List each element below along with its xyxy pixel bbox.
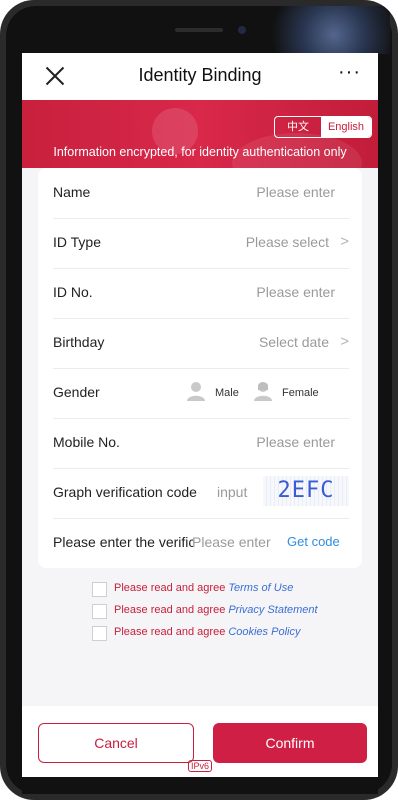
wallpaper-corner: [250, 6, 390, 54]
get-code-button[interactable]: Get code: [287, 534, 349, 549]
cancel-button[interactable]: Cancel: [38, 723, 194, 763]
agree-privacy-text: Please read and agree Privacy Statement: [114, 604, 318, 616]
agree-cookies-text: Please read and agree Cookies Policy: [114, 626, 300, 638]
identity-form: Name Please enter ID Type Please select …: [38, 168, 362, 568]
more-icon[interactable]: ···: [338, 61, 361, 84]
language-switch: 中文 English: [274, 116, 372, 138]
terms-of-use-link[interactable]: Terms of Use: [228, 582, 293, 594]
terms-checkbox[interactable]: [92, 582, 107, 597]
lang-chinese-button[interactable]: 中文: [275, 117, 321, 137]
captcha-row: Graph verification code input 2EFC: [53, 468, 349, 519]
agree-terms-text: Please read and agree Terms of Use: [114, 582, 293, 594]
birthday-label: Birthday: [53, 334, 105, 350]
cookies-policy-link[interactable]: Cookies Policy: [228, 626, 300, 638]
captcha-code: 2EFC: [277, 478, 335, 503]
agree-prefix: Please read and agree: [114, 626, 226, 638]
speaker-notch: [175, 28, 223, 32]
captcha-label: Graph verification code: [53, 484, 197, 500]
mobile-row[interactable]: Mobile No. Please enter: [53, 418, 349, 469]
agree-prefix: Please read and agree: [114, 582, 226, 594]
confirm-button[interactable]: Confirm: [213, 723, 367, 763]
id-no-row[interactable]: ID No. Please enter: [53, 268, 349, 319]
verification-input[interactable]: Please enter: [192, 534, 271, 550]
id-no-input[interactable]: Please enter: [256, 284, 335, 300]
encryption-notice: Information encrypted, for identity auth…: [53, 145, 347, 159]
mobile-input[interactable]: Please enter: [256, 434, 335, 450]
birthday-picker[interactable]: Select date: [259, 334, 329, 350]
id-type-row[interactable]: ID Type Please select >: [53, 218, 349, 269]
bottom-bezel: [22, 777, 378, 794]
id-no-label: ID No.: [53, 284, 93, 300]
privacy-statement-link[interactable]: Privacy Statement: [228, 604, 317, 616]
ipv6-badge: IPv6: [188, 760, 213, 772]
gender-label: Gender: [53, 384, 100, 400]
agree-prefix: Please read and agree: [114, 604, 226, 616]
chevron-right-icon: >: [340, 233, 349, 250]
gender-male-option[interactable]: Male: [215, 387, 239, 399]
phone-frame: Identity Binding ··· 中文 English Informat…: [0, 0, 398, 800]
captcha-input[interactable]: input: [217, 484, 247, 500]
female-avatar-icon[interactable]: [253, 380, 273, 402]
app-screen: Identity Binding ··· 中文 English Informat…: [22, 53, 378, 777]
birthday-row[interactable]: Birthday Select date >: [53, 318, 349, 369]
mobile-label: Mobile No.: [53, 434, 120, 450]
gender-row: Gender Male Female: [53, 368, 349, 419]
top-bar: Identity Binding ···: [22, 53, 378, 100]
verification-label: Please enter the verification code: [53, 534, 193, 550]
id-type-select[interactable]: Please select: [246, 234, 329, 250]
page-title: Identity Binding: [138, 65, 262, 85]
id-type-label: ID Type: [53, 234, 101, 250]
front-camera: [238, 26, 246, 34]
male-avatar-icon[interactable]: [186, 380, 206, 402]
name-input[interactable]: Please enter: [256, 184, 335, 200]
gender-female-option[interactable]: Female: [282, 387, 319, 399]
cookies-checkbox[interactable]: [92, 626, 107, 641]
chevron-right-icon: >: [340, 333, 349, 350]
name-row[interactable]: Name Please enter: [53, 168, 349, 219]
privacy-checkbox[interactable]: [92, 604, 107, 619]
captcha-image[interactable]: 2EFC: [263, 476, 349, 506]
verification-row: Please enter the verification code Pleas…: [53, 518, 349, 568]
lang-english-button[interactable]: English: [321, 117, 371, 137]
name-label: Name: [53, 184, 91, 200]
